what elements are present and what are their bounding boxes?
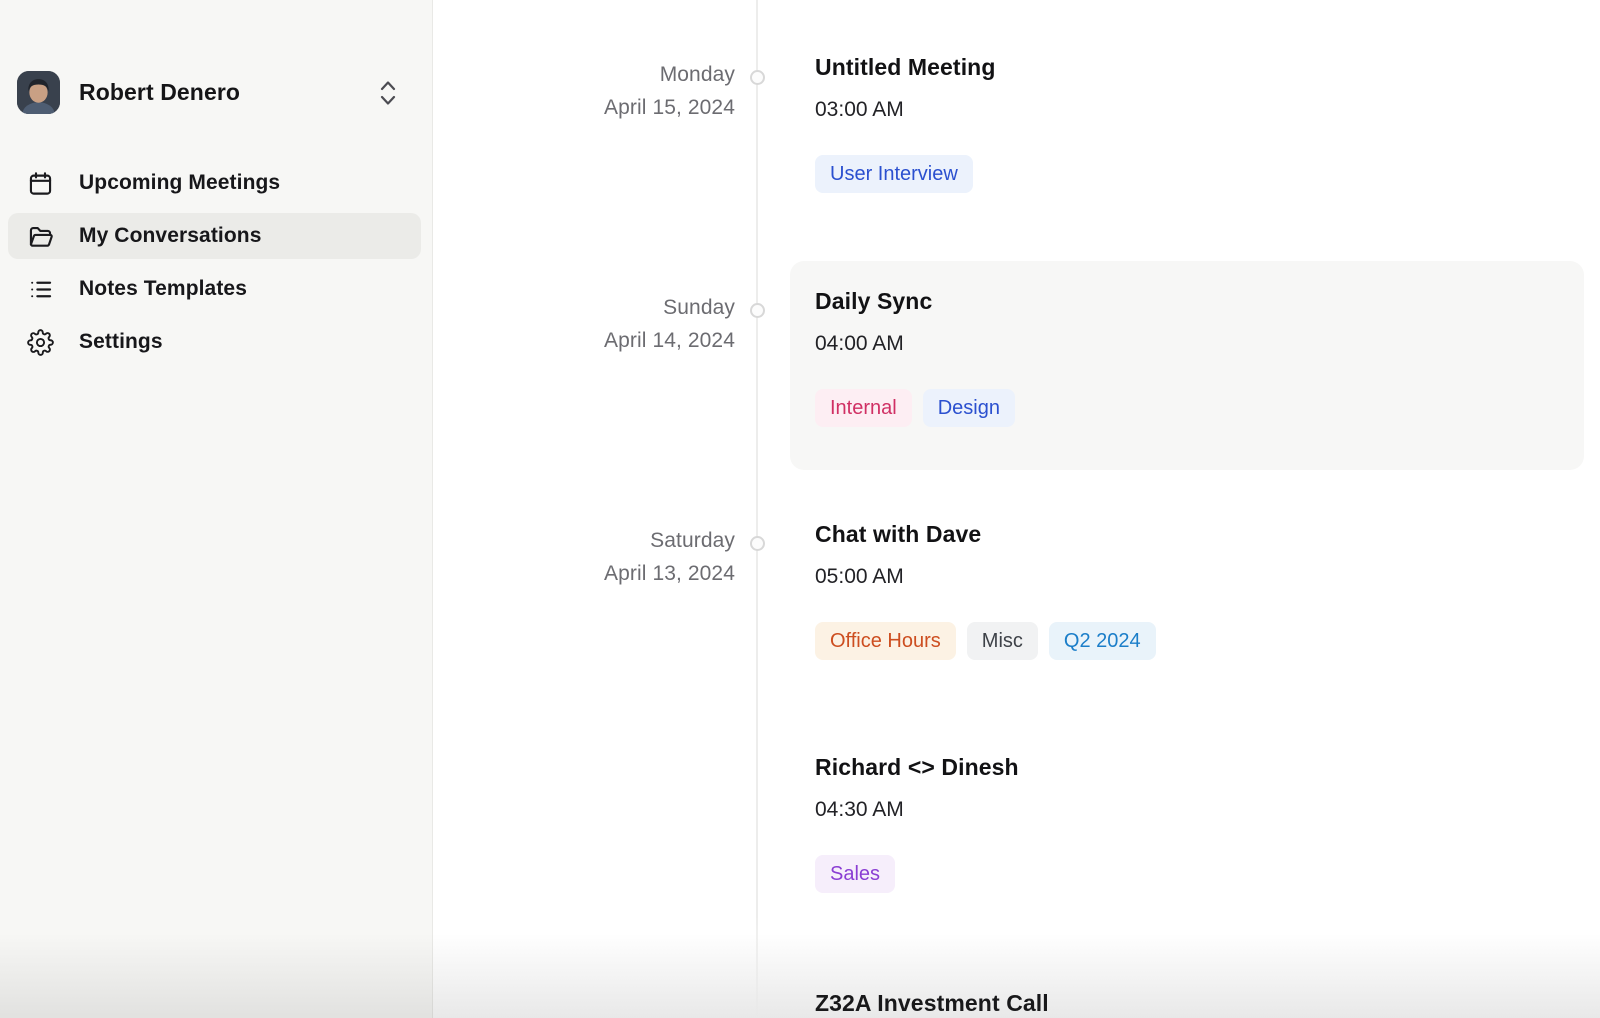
sidebar-item-label: Upcoming Meetings: [79, 171, 280, 195]
chevron-updown-icon[interactable]: [377, 78, 399, 108]
sidebar-item-notes-templates[interactable]: Notes Templates: [8, 266, 421, 312]
meeting-tags: Sales: [815, 855, 1019, 893]
meeting-card-highlighted[interactable]: Daily Sync 04:00 AM Internal Design: [790, 261, 1584, 470]
meeting-entry-untitled-meeting[interactable]: Untitled Meeting 03:00 AM User Interview: [815, 52, 995, 193]
date-full: April 13, 2024: [433, 557, 735, 590]
tag[interactable]: Q2 2024: [1049, 622, 1156, 660]
user-name: Robert Denero: [79, 79, 377, 106]
date-full: April 14, 2024: [433, 324, 735, 357]
meeting-time: 04:30 AM: [815, 796, 1019, 823]
date-full: April 15, 2024: [433, 91, 735, 124]
tag[interactable]: Misc: [967, 622, 1038, 660]
meeting-time: 03:00 AM: [815, 96, 995, 123]
date-day: Saturday: [433, 524, 735, 557]
meeting-entry-daily-sync[interactable]: Daily Sync 04:00 AM Internal Design: [815, 286, 1015, 427]
timeline-dot: [750, 70, 765, 85]
meeting-title: Daily Sync: [815, 286, 1015, 316]
meeting-title: Untitled Meeting: [815, 52, 995, 82]
list-icon: [27, 276, 54, 303]
date-label: Sunday April 14, 2024: [433, 291, 735, 357]
sidebar-item-label: Settings: [79, 330, 163, 354]
sidebar-item-label: Notes Templates: [79, 277, 247, 301]
meeting-tags: Internal Design: [815, 389, 1015, 427]
meeting-entry-chat-with-dave[interactable]: Chat with Dave 05:00 AM Office Hours Mis…: [815, 519, 1156, 660]
meeting-title: Chat with Dave: [815, 519, 1156, 549]
tag[interactable]: Sales: [815, 855, 895, 893]
tag[interactable]: User Interview: [815, 155, 973, 193]
meeting-title: Richard <> Dinesh: [815, 752, 1019, 782]
meeting-tags: User Interview: [815, 155, 995, 193]
sidebar-nav: Upcoming Meetings My Conversations: [8, 160, 421, 372]
date-label: Saturday April 13, 2024: [433, 524, 735, 590]
meeting-entry-richard-dinesh[interactable]: Richard <> Dinesh 04:30 AM Sales: [815, 752, 1019, 893]
avatar: [17, 71, 60, 114]
sidebar: Robert Denero Upcoming Meet: [0, 0, 433, 1018]
sidebar-item-my-conversations[interactable]: My Conversations: [8, 213, 421, 259]
gear-icon: [27, 329, 54, 356]
tag[interactable]: Internal: [815, 389, 912, 427]
meeting-tags: Office Hours Misc Q2 2024: [815, 622, 1156, 660]
timeline-dot: [750, 303, 765, 318]
meeting-entry-z32a-investment-call[interactable]: Z32A Investment Call: [815, 988, 1049, 1018]
sidebar-item-settings[interactable]: Settings: [8, 319, 421, 365]
avatar-illustration: [17, 71, 60, 114]
meeting-time: 05:00 AM: [815, 563, 1156, 590]
date-day: Sunday: [433, 291, 735, 324]
tag[interactable]: Office Hours: [815, 622, 956, 660]
tag[interactable]: Design: [923, 389, 1015, 427]
folder-icon: [27, 223, 54, 250]
timeline-line: [756, 0, 758, 1018]
sidebar-item-label: My Conversations: [79, 224, 261, 248]
date-day: Monday: [433, 58, 735, 91]
meeting-time: 04:00 AM: [815, 330, 1015, 357]
sidebar-item-upcoming-meetings[interactable]: Upcoming Meetings: [8, 160, 421, 206]
date-label: Monday April 15, 2024: [433, 58, 735, 124]
calendar-icon: [27, 170, 54, 197]
app-window: Robert Denero Upcoming Meet: [0, 0, 1600, 1018]
meeting-title: Z32A Investment Call: [815, 988, 1049, 1018]
timeline-dot: [750, 536, 765, 551]
account-switcher[interactable]: Robert Denero: [17, 71, 409, 114]
